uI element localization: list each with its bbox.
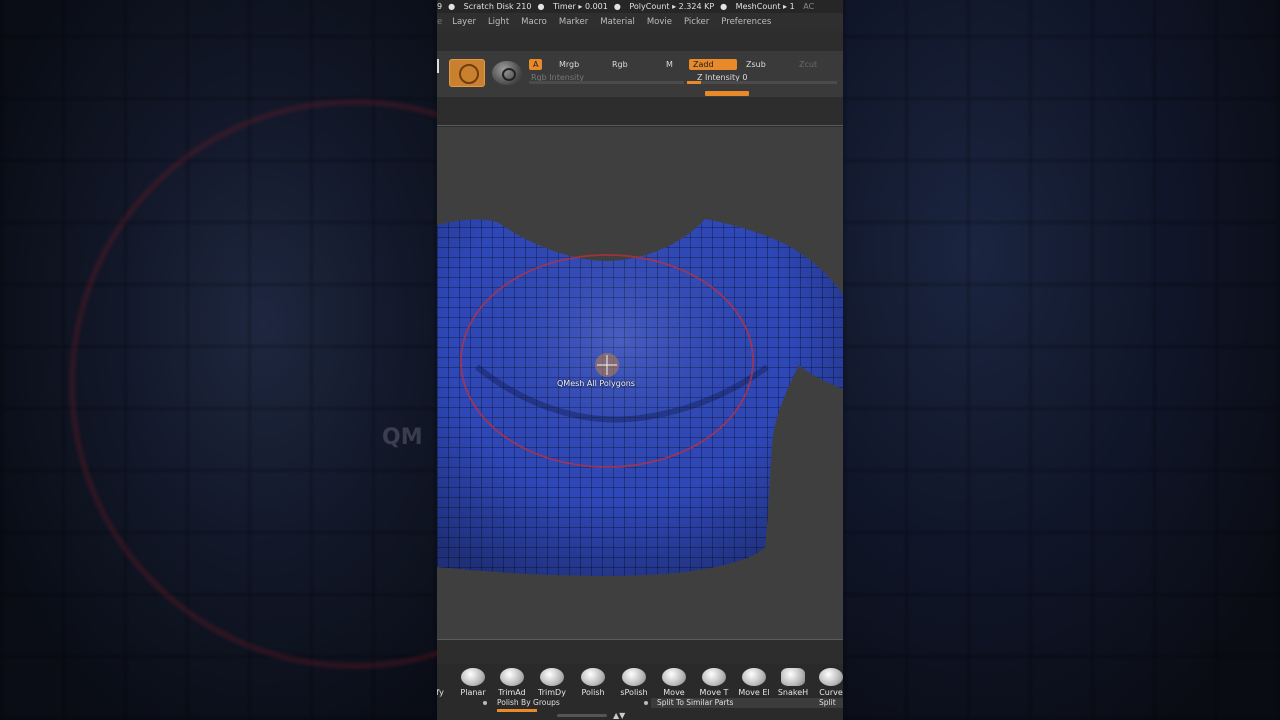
divider-top bbox=[437, 125, 843, 126]
z-intensity-fill bbox=[687, 81, 701, 84]
trimadaptive-brush-icon bbox=[500, 668, 524, 686]
menu-item-macro[interactable]: Macro bbox=[515, 13, 553, 31]
background-right-panel bbox=[843, 0, 1280, 720]
canvas-viewport[interactable]: QMesh All Polygons bbox=[437, 127, 843, 639]
cursor-action-label: QMesh All Polygons bbox=[557, 379, 635, 388]
a-toggle-button[interactable]: A bbox=[529, 59, 543, 70]
tool-spolish[interactable]: sPolish bbox=[614, 668, 654, 697]
split-button[interactable]: Split bbox=[813, 698, 843, 708]
status-suffix: AC bbox=[803, 2, 815, 11]
menu-item-truncated[interactable]: e bbox=[437, 13, 446, 31]
polish-by-groups-dot bbox=[483, 701, 487, 705]
tool-move[interactable]: Move bbox=[654, 668, 694, 697]
menu-item-movie[interactable]: Movie bbox=[641, 13, 678, 31]
planar-brush-icon bbox=[461, 668, 485, 686]
move-brush-icon bbox=[662, 668, 686, 686]
menu-bar: e Layer Light Macro Marker Material Movi… bbox=[437, 13, 843, 31]
tool-trimdynamic[interactable]: TrimDy bbox=[532, 668, 572, 697]
menu-item-marker[interactable]: Marker bbox=[553, 13, 594, 31]
tool-snakehook[interactable]: SnakeH bbox=[773, 668, 813, 697]
background-ghost-label: QM bbox=[382, 425, 423, 450]
zsub-button[interactable]: Zsub bbox=[742, 59, 770, 70]
background-mesh-grid-right bbox=[843, 0, 1280, 720]
status-polycount: PolyCount ▸ 2.324 KP bbox=[629, 2, 715, 11]
tool-trimadaptive[interactable]: TrimAd bbox=[492, 668, 532, 697]
shelf-expand-chevron-icon[interactable]: ▲▼ bbox=[613, 711, 625, 720]
tool-polish[interactable]: Polish bbox=[573, 668, 613, 697]
material-sphere-icon[interactable] bbox=[492, 61, 522, 85]
menu-item-light[interactable]: Light bbox=[482, 13, 515, 31]
divider-bottom bbox=[437, 639, 843, 640]
background-left-panel bbox=[0, 0, 638, 720]
status-scratch-disk: Scratch Disk 210 bbox=[463, 2, 532, 11]
status-prefix: 9 bbox=[437, 2, 443, 11]
shelf-edge bbox=[437, 59, 439, 73]
m-button[interactable]: M bbox=[662, 59, 677, 70]
move-elastic-brush-icon bbox=[742, 668, 766, 686]
zcut-button[interactable]: Zcut bbox=[795, 59, 821, 70]
snakehook-brush-icon bbox=[781, 668, 805, 686]
tool-move-topological[interactable]: Move T bbox=[694, 668, 734, 697]
active-indicator bbox=[705, 91, 749, 96]
spolish-brush-icon bbox=[622, 668, 646, 686]
polish-by-groups-button[interactable]: Polish By Groups bbox=[497, 698, 560, 708]
status-timer: Timer ▸ 0.001 bbox=[552, 2, 608, 11]
menu-item-layer[interactable]: Layer bbox=[446, 13, 482, 31]
rgb-intensity-slider[interactable] bbox=[529, 81, 684, 84]
trimdynamic-brush-icon bbox=[540, 668, 564, 686]
tool-move-elastic[interactable]: Move El bbox=[734, 668, 774, 697]
tool-curve[interactable]: Curve bbox=[811, 668, 843, 697]
split-similar-dot bbox=[644, 701, 648, 705]
tool-planar[interactable]: Planar bbox=[453, 668, 493, 697]
rgb-button[interactable]: Rgb bbox=[608, 59, 632, 70]
split-to-similar-parts-button[interactable]: Split To Similar Parts bbox=[651, 698, 813, 708]
curve-brush-icon bbox=[819, 668, 843, 686]
shelf-scrollbar[interactable] bbox=[557, 714, 607, 717]
bottom-shelf: ify Planar TrimAd TrimDy Polish sPolish … bbox=[437, 664, 843, 720]
zadd-button[interactable]: Zadd bbox=[689, 59, 737, 70]
menu-item-material[interactable]: Material bbox=[594, 13, 641, 31]
move-topological-brush-icon bbox=[702, 668, 726, 686]
z-intensity-slider[interactable] bbox=[687, 81, 837, 84]
menu-item-preferences[interactable]: Preferences bbox=[715, 13, 777, 31]
brush-icon[interactable] bbox=[449, 59, 485, 87]
zbrush-window: 9 ● Scratch Disk 210 ● Timer ▸ 0.001 ● Poly… bbox=[437, 0, 843, 720]
mrgb-button[interactable]: Mrgb bbox=[555, 59, 583, 70]
tshirt-mesh bbox=[437, 219, 843, 576]
polish-brush-icon bbox=[581, 668, 605, 686]
status-bar: 9 ● Scratch Disk 210 ● Timer ▸ 0.001 ● Poly… bbox=[437, 0, 843, 13]
top-shelf: A Mrgb Rgb M Zadd Zsub Zcut Rgb Intensit… bbox=[437, 51, 843, 97]
status-meshcount: MeshCount ▸ 1 bbox=[735, 2, 795, 11]
shelf-slider-fill[interactable] bbox=[497, 709, 537, 712]
menu-item-picker[interactable]: Picker bbox=[678, 13, 715, 31]
